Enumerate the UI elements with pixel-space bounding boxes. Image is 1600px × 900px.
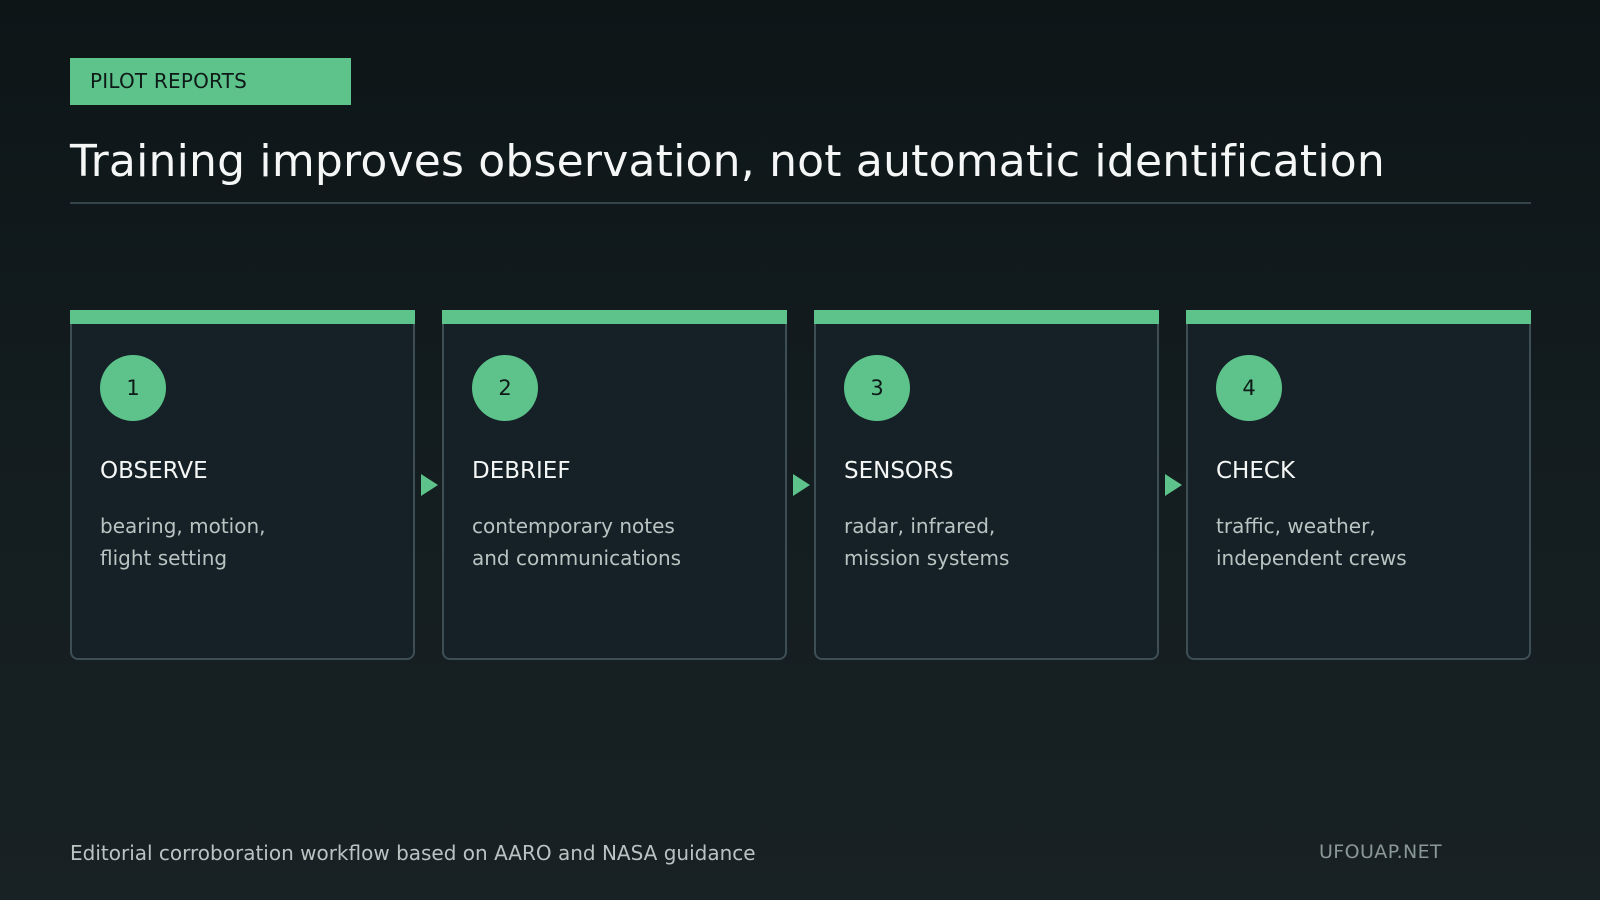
step-card-observe: 1 OBSERVE bearing, motion, flight settin…: [70, 310, 415, 660]
flow-arrow-icon: [421, 474, 438, 496]
page-title: Training improves observation, not autom…: [70, 136, 1385, 187]
step-heading: CHECK: [1216, 458, 1296, 484]
step-card-debrief: 2 DEBRIEF contemporary notes and communi…: [442, 310, 787, 660]
card-accent-bar: [814, 310, 1159, 324]
step-heading: DEBRIEF: [472, 458, 571, 484]
step-description-line: mission systems: [844, 546, 1010, 570]
step-description-line: radar, infrared,: [844, 514, 996, 538]
step-description-line: independent crews: [1216, 546, 1407, 570]
step-description-line: bearing, motion,: [100, 514, 266, 538]
flow-arrow-icon: [1165, 474, 1182, 496]
step-card-sensors: 3 SENSORS radar, infrared, mission syste…: [814, 310, 1159, 660]
footer-brand: UFOUAP.NET: [1319, 841, 1443, 863]
footer-caption: Editorial corroboration workflow based o…: [70, 841, 756, 865]
step-description-line: flight setting: [100, 546, 228, 570]
step-description: traffic, weather, independent crews: [1216, 510, 1516, 574]
section-tag: PILOT REPORTS: [70, 58, 351, 105]
step-heading: SENSORS: [844, 458, 954, 484]
step-description: radar, infrared, mission systems: [844, 510, 1144, 574]
card-accent-bar: [70, 310, 415, 324]
step-description-line: and communications: [472, 546, 682, 570]
title-divider: [70, 202, 1531, 204]
card-accent-bar: [1186, 310, 1531, 324]
flow-arrow-icon: [793, 474, 810, 496]
step-description-line: traffic, weather,: [1216, 514, 1376, 538]
step-description: bearing, motion, flight setting: [100, 510, 400, 574]
step-heading: OBSERVE: [100, 458, 208, 484]
step-number-badge: 2: [472, 355, 538, 421]
step-description: contemporary notes and communications: [472, 510, 772, 574]
card-accent-bar: [442, 310, 787, 324]
step-description-line: contemporary notes: [472, 514, 675, 538]
step-number-badge: 3: [844, 355, 910, 421]
step-card-check: 4 CHECK traffic, weather, independent cr…: [1186, 310, 1531, 660]
step-number-badge: 1: [100, 355, 166, 421]
step-number-badge: 4: [1216, 355, 1282, 421]
